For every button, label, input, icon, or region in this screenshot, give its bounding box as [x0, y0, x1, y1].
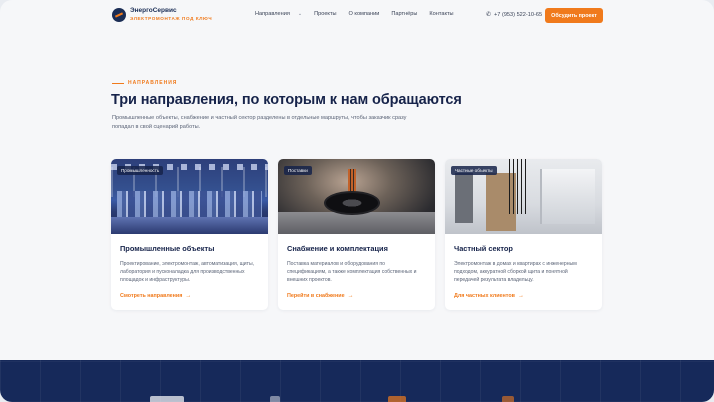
stat-number — [270, 396, 280, 402]
card-link-label: Для частных клиентов — [454, 293, 515, 299]
card-link-private[interactable]: Для частных клиентов → — [454, 293, 524, 299]
logo[interactable]: ЭнергоСервис ЭЛЕКТРОМОНТАЖ ПОД КЛЮЧ — [112, 8, 212, 22]
eyebrow-line — [112, 82, 124, 84]
main-nav: Направления ⌄ Проекты О компании Партнёр… — [255, 11, 466, 17]
card-link-supply[interactable]: Перейти в снабжение → — [287, 293, 354, 299]
card-badge: Частные объекты — [451, 166, 497, 175]
stat-number — [388, 396, 406, 402]
direction-card-supply[interactable]: Поставки Снабжение и комплектация Постав… — [278, 159, 435, 310]
stats-band — [0, 360, 714, 402]
card-title: Снабжение и комплектация — [287, 244, 388, 253]
card-text: Проектирование, электромонтаж, автоматиз… — [120, 261, 255, 284]
image-door — [455, 173, 473, 223]
image-floor — [111, 217, 268, 234]
image-wires — [509, 159, 529, 214]
card-title: Промышленные объекты — [120, 244, 215, 253]
section-eyebrow: НАПРАВЛЕНИЯ — [112, 80, 177, 86]
section-description: Промышленные объекты, снабжение и частны… — [112, 115, 407, 130]
card-body: Промышленные объекты Проектирование, эле… — [111, 234, 268, 285]
nav-item-directions[interactable]: Направления ⌄ — [255, 11, 302, 17]
band-grid — [0, 360, 714, 402]
supply-image: Поставки — [278, 159, 435, 234]
arrow-right-icon: → — [517, 293, 524, 299]
card-link-label: Перейти в снабжение — [287, 293, 345, 299]
card-badge: Промышленность — [117, 166, 164, 175]
site-header: ЭнергоСервис ЭЛЕКТРОМОНТАЖ ПОД КЛЮЧ Напр… — [0, 0, 714, 32]
section-title: Три направления, по которым к нам обраща… — [111, 92, 462, 108]
nav-item-partners[interactable]: Партнёры — [391, 11, 417, 17]
direction-card-industrial[interactable]: Промышленность Промышленные объекты Прое… — [111, 159, 268, 310]
brand-tagline: ЭЛЕКТРОМОНТАЖ ПОД КЛЮЧ — [130, 15, 213, 21]
logo-mark-icon — [112, 8, 126, 22]
page: ЭнергоСервис ЭЛЕКТРОМОНТАЖ ПОД КЛЮЧ Напр… — [0, 0, 714, 402]
direction-card-private[interactable]: Частные объекты Частный сектор Электромо… — [445, 159, 602, 310]
phone-number: +7 (953) 522-10-65 — [494, 11, 543, 18]
stat-number — [150, 396, 184, 402]
industrial-image: Промышленность — [111, 159, 268, 234]
card-body: Снабжение и комплектация Поставка матери… — [278, 234, 435, 285]
card-body: Частный сектор Электромонтаж в домах и к… — [445, 234, 602, 285]
brand-name: ЭнергоСервис — [130, 7, 177, 15]
phone-icon: ✆ — [486, 12, 492, 18]
arrow-right-icon: → — [347, 293, 354, 299]
nav-item-label: Направления — [255, 11, 290, 17]
image-machines — [117, 191, 262, 217]
eyebrow-label: НАПРАВЛЕНИЯ — [128, 80, 178, 86]
private-image: Частные объекты — [445, 159, 602, 234]
nav-item-about[interactable]: О компании — [349, 11, 380, 17]
card-title: Частный сектор — [454, 244, 513, 253]
card-badge: Поставки — [284, 166, 312, 175]
card-link-label: Смотреть направления — [120, 293, 183, 299]
card-text: Поставка материалов и оборудования по сп… — [287, 261, 417, 284]
nav-item-projects[interactable]: Проекты — [314, 11, 336, 17]
image-cable-coil — [324, 191, 380, 215]
card-link-industrial[interactable]: Смотреть направления → — [120, 293, 191, 299]
phone-link[interactable]: ✆ +7 (953) 522-10-65 — [486, 11, 543, 19]
card-text: Электромонтаж в домах и квартирах с инже… — [454, 261, 577, 284]
nav-item-contacts[interactable]: Контакты — [429, 11, 453, 17]
arrow-right-icon: → — [185, 293, 192, 299]
discuss-project-button[interactable]: Обсудить проект — [545, 8, 603, 23]
logo-text: ЭнергоСервис ЭЛЕКТРОМОНТАЖ ПОД КЛЮЧ — [130, 8, 212, 21]
image-floor — [278, 212, 435, 234]
chevron-down-icon: ⌄ — [297, 11, 303, 17]
stat-number — [502, 396, 514, 402]
image-room — [540, 169, 595, 224]
